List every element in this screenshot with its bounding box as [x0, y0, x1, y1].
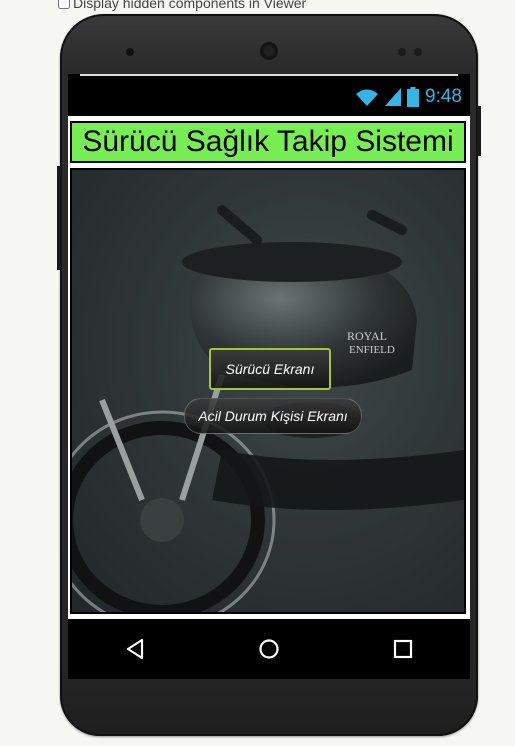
back-nav-icon — [126, 638, 144, 660]
home-nav-button[interactable] — [249, 634, 289, 664]
back-nav-button[interactable] — [115, 634, 155, 664]
signal-icon — [385, 88, 402, 106]
hidden-components-checkbox[interactable] — [58, 0, 70, 9]
status-bar: 9:48 — [68, 82, 470, 112]
app-title: Sürücü Sağlık Takip Sistemi — [70, 121, 466, 163]
phone-screen: 9:48 Sürücü Sağlık Takip Sistemi ROYAL E… — [68, 74, 470, 679]
battery-icon — [407, 87, 420, 107]
nav-bar — [68, 619, 470, 679]
sensor-dot — [126, 48, 134, 56]
home-nav-icon — [259, 639, 279, 659]
hidden-components-label: Display hidden components in Viewer — [73, 0, 307, 11]
hidden-components-toggle[interactable]: Display hidden components in Viewer — [58, 0, 306, 12]
screen-top-line — [80, 74, 458, 76]
app-canvas: Sürücü Sağlık Takip Sistemi ROYAL ENFIEL… — [68, 116, 470, 631]
recents-nav-button[interactable] — [383, 634, 423, 664]
status-time: 9:48 — [425, 86, 462, 107]
front-camera — [260, 42, 278, 60]
driver-screen-label: Sürücü Ekranı — [225, 361, 315, 377]
emergency-contact-label: Acil Durum Kişisi Ekranı — [198, 408, 348, 424]
power-button — [477, 106, 481, 156]
volume-button — [57, 166, 61, 270]
recents-nav-icon — [393, 639, 413, 659]
sensor-dot-right-2 — [414, 48, 422, 56]
logo-line-2: ENFIELD — [349, 344, 395, 356]
emergency-contact-button[interactable]: Acil Durum Kişisi Ekranı — [184, 398, 362, 434]
sensor-dot-right — [398, 48, 406, 56]
phone-frame: 9:48 Sürücü Sağlık Takip Sistemi ROYAL E… — [57, 14, 481, 736]
driver-screen-button[interactable]: Sürücü Ekranı — [209, 348, 331, 390]
wifi-icon — [356, 89, 379, 106]
logo-line-1: ROYAL — [347, 329, 387, 343]
background-image: ROYAL ENFIELD Sürücü Ekranı Acil Durum K… — [70, 168, 466, 614]
motorcycle-image: ROYAL ENFIELD — [72, 170, 464, 612]
